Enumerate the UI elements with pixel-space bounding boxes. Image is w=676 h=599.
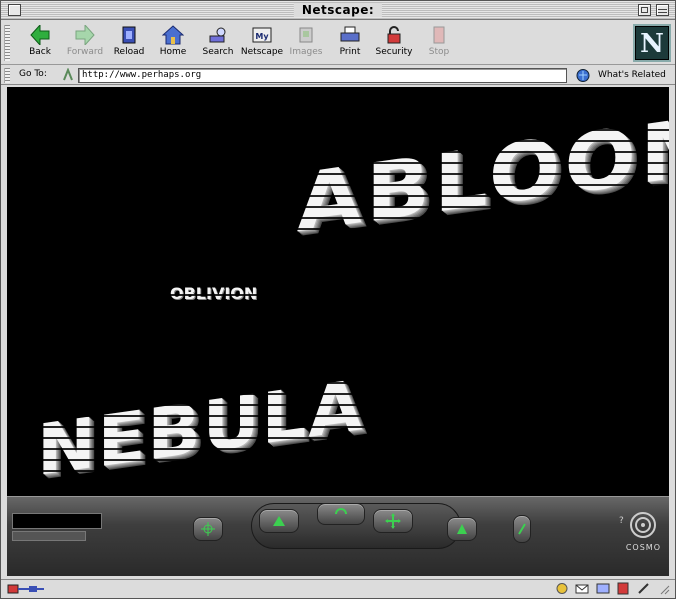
- composer-icon[interactable]: [637, 582, 651, 595]
- whats-related-button[interactable]: What's Related: [598, 70, 666, 80]
- back-button[interactable]: Back: [17, 25, 63, 61]
- security-button[interactable]: Security: [371, 25, 417, 61]
- gravity-icon: [457, 524, 467, 534]
- back-label: Back: [29, 47, 51, 57]
- svg-text:My: My: [255, 32, 269, 41]
- search-button[interactable]: Search: [195, 25, 241, 61]
- gravity-button[interactable]: [447, 517, 477, 541]
- cosmo-logo-icon[interactable]: ?: [613, 503, 663, 563]
- images-button[interactable]: Images: [283, 25, 329, 61]
- netscape-logo-letter: N: [640, 29, 664, 59]
- mail-icon[interactable]: [575, 582, 589, 595]
- forward-arrow-icon: [75, 25, 95, 45]
- word-nebula: NEBULA: [37, 363, 365, 493]
- pan-arrows-icon: [385, 513, 401, 529]
- my-netscape-icon: My: [252, 27, 272, 43]
- title-bar[interactable]: Netscape:: [1, 1, 675, 20]
- collapse-box[interactable]: [656, 4, 669, 16]
- close-box[interactable]: [8, 4, 21, 16]
- reload-icon: [122, 26, 136, 44]
- print-label: Print: [339, 47, 361, 57]
- vrml-scene-viewport[interactable]: ABLOOM OBLIVION NEBULA: [7, 87, 669, 496]
- zoom-box[interactable]: [638, 4, 651, 16]
- reload-label: Reload: [113, 47, 145, 57]
- navigation-toolbar: Back Forward Reload Home Search My Netsc…: [1, 21, 675, 65]
- print-button[interactable]: Print: [327, 25, 373, 61]
- address-book-icon[interactable]: [616, 582, 630, 595]
- home-button[interactable]: Home: [150, 25, 196, 61]
- back-arrow-icon: [30, 25, 50, 45]
- rotate-button[interactable]: [317, 503, 365, 525]
- url-input[interactable]: http://www.perhaps.org: [78, 68, 567, 83]
- toolbar-collapse-grip[interactable]: [4, 25, 10, 61]
- navigator-icon[interactable]: [555, 582, 569, 595]
- page-proxy-icon[interactable]: [61, 68, 75, 82]
- search-icon: [209, 27, 226, 43]
- location-toolbar: Go To: http://www.perhaps.org What's Rel…: [1, 66, 675, 85]
- word-oblivion: OBLIVION: [170, 284, 258, 303]
- netscape-label: Netscape: [240, 47, 284, 57]
- images-icon: [299, 27, 313, 43]
- search-label: Search: [202, 47, 234, 57]
- rotate-icon: [335, 508, 347, 515]
- go-arrow-icon: [273, 516, 285, 526]
- crosshair-icon: [201, 522, 215, 536]
- forward-button[interactable]: Forward: [62, 25, 108, 61]
- resize-grip-icon[interactable]: [657, 582, 671, 595]
- forward-label: Forward: [66, 47, 104, 57]
- whats-related-icon[interactable]: [576, 68, 592, 83]
- reload-button[interactable]: Reload: [106, 25, 152, 61]
- viewpoint-selector[interactable]: [12, 531, 86, 541]
- component-bar: [552, 582, 672, 597]
- status-message: [53, 582, 533, 596]
- newsgroups-icon[interactable]: [596, 582, 610, 595]
- connection-status-icon[interactable]: [7, 583, 47, 595]
- security-label: Security: [375, 47, 413, 57]
- printer-icon: [340, 26, 360, 42]
- netscape-logo[interactable]: N: [633, 24, 671, 62]
- location-collapse-grip[interactable]: [4, 68, 10, 83]
- window-title: Netscape:: [293, 3, 383, 17]
- straighten-button[interactable]: [513, 515, 531, 543]
- stop-icon: [433, 26, 445, 44]
- browser-window: Netscape: Back Forward Reload Home Searc…: [0, 0, 676, 599]
- stop-label: Stop: [428, 47, 450, 57]
- seek-button[interactable]: [193, 517, 223, 541]
- home-icon: [162, 25, 184, 45]
- goto-label: Go To:: [19, 69, 47, 79]
- pan-button[interactable]: [373, 509, 413, 533]
- straighten-icon: [518, 523, 526, 535]
- word-abloom: ABLOOM: [296, 96, 669, 251]
- home-label: Home: [159, 47, 187, 57]
- security-lock-icon: [387, 26, 401, 44]
- cosmo-brand-label: COSMO: [625, 543, 661, 552]
- status-bar: [1, 579, 675, 598]
- cosmo-player-console: ? COSMO: [7, 496, 669, 576]
- svg-text:?: ?: [619, 516, 624, 526]
- my-netscape-button[interactable]: My Netscape: [239, 25, 285, 61]
- images-label: Images: [289, 47, 323, 57]
- go-button[interactable]: [259, 509, 299, 533]
- viewpoint-display[interactable]: [12, 513, 102, 529]
- stop-button[interactable]: Stop: [416, 25, 462, 61]
